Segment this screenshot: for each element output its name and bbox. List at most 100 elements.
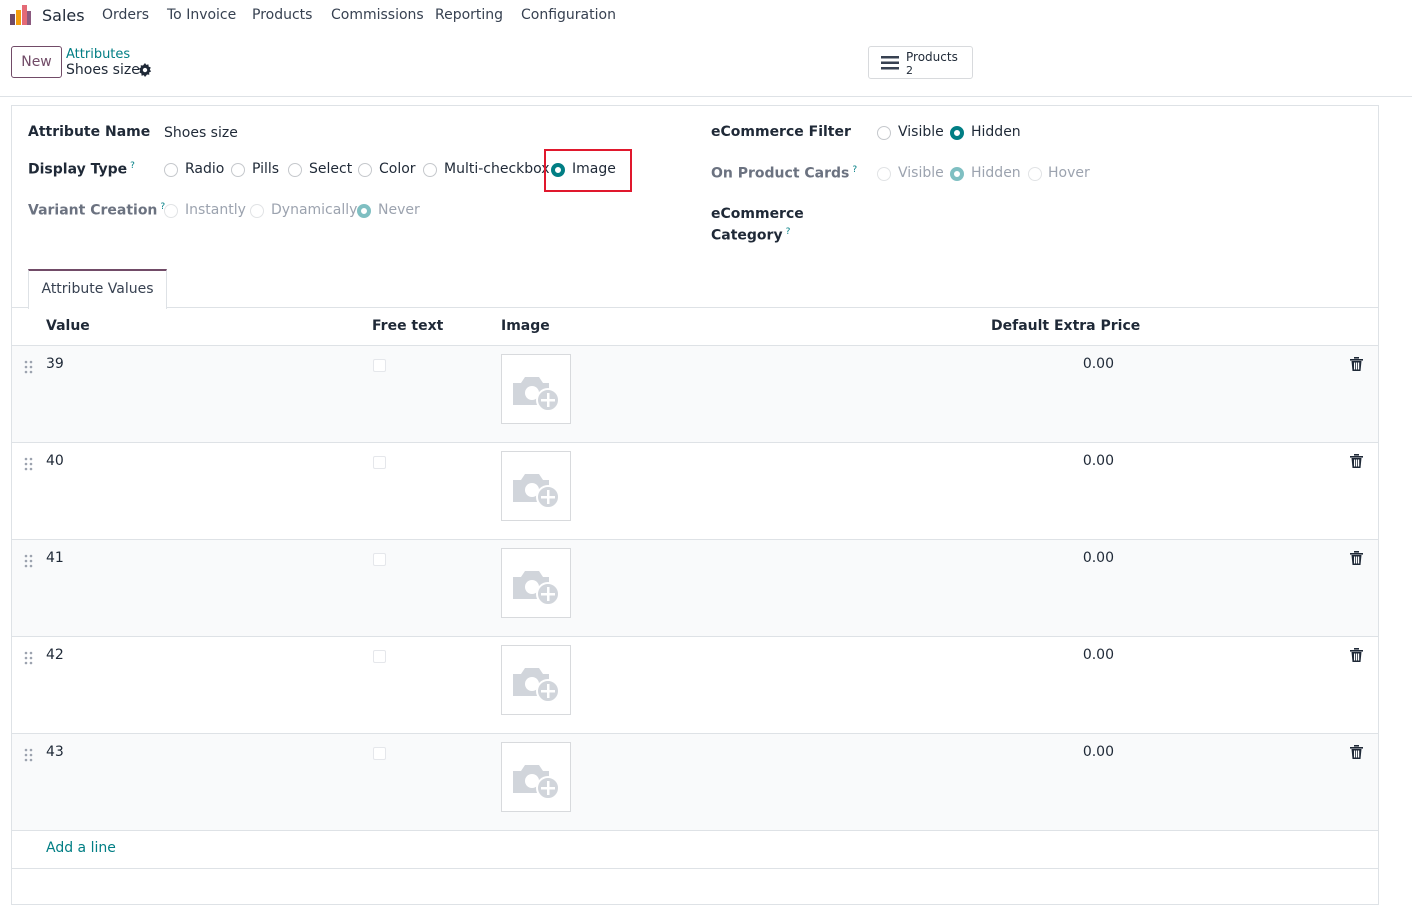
ecommerce-filter-visible-label[interactable]: Visible <box>898 124 944 140</box>
row-extra-price[interactable]: 0.00 <box>1012 453 1114 469</box>
row-extra-price[interactable]: 0.00 <box>1012 550 1114 566</box>
table-footer-divider <box>12 868 1378 869</box>
product-cards-hover-radio <box>1028 167 1042 181</box>
drag-handle-icon[interactable] <box>24 651 34 665</box>
display-type-pills-radio[interactable] <box>231 163 245 177</box>
sales-app-icon[interactable] <box>10 5 32 25</box>
ecommerce-category-label: Category? <box>711 227 791 244</box>
product-cards-hidden-label: Hidden <box>971 165 1021 181</box>
variant-never-label: Never <box>378 202 420 218</box>
display-type-color-radio[interactable] <box>358 163 372 177</box>
app-name[interactable]: Sales <box>42 6 85 25</box>
drag-handle-icon[interactable] <box>24 457 34 471</box>
drag-handle-icon[interactable] <box>24 360 34 374</box>
image-upload[interactable] <box>501 548 571 618</box>
smart-button-count: 2 <box>906 64 913 77</box>
row-extra-price[interactable]: 0.00 <box>1012 356 1114 372</box>
camera-add-icon <box>513 474 560 509</box>
display-type-select-radio[interactable] <box>288 163 302 177</box>
display-type-multi-checkbox-radio[interactable] <box>423 163 437 177</box>
display-type-color-label[interactable]: Color <box>379 161 416 177</box>
ecommerce-category-label-line1: eCommerce <box>711 206 804 222</box>
image-upload[interactable] <box>501 354 571 424</box>
table-row[interactable]: 40 0.00 <box>12 443 1378 540</box>
drag-handle-icon[interactable] <box>24 748 34 762</box>
column-header-value[interactable]: Value <box>46 318 90 334</box>
free-text-checkbox[interactable] <box>373 650 386 663</box>
product-cards-visible-radio <box>877 167 891 181</box>
variant-instantly-radio <box>164 204 178 218</box>
product-cards-hover-label: Hover <box>1048 165 1090 181</box>
ecommerce-filter-label: eCommerce Filter <box>711 124 851 140</box>
ecommerce-filter-hidden-label[interactable]: Hidden <box>971 124 1021 140</box>
trash-icon[interactable] <box>1350 745 1363 759</box>
control-panel: New Attributes Shoes size Products 2 <box>0 31 1412 97</box>
attribute-name-field[interactable]: Shoes size <box>164 125 238 141</box>
smart-button-label: Products <box>906 50 958 64</box>
products-smart-button[interactable]: Products 2 <box>868 46 973 79</box>
help-icon[interactable]: ? <box>786 227 791 237</box>
row-value[interactable]: 41 <box>46 550 64 566</box>
display-type-pills-label[interactable]: Pills <box>252 161 279 177</box>
menu-commissions[interactable]: Commissions <box>331 7 424 23</box>
trash-icon[interactable] <box>1350 357 1363 371</box>
row-value[interactable]: 39 <box>46 356 64 372</box>
table-row[interactable]: 43 0.00 <box>12 734 1378 831</box>
drag-handle-icon[interactable] <box>24 554 34 568</box>
camera-add-icon <box>513 571 560 606</box>
menu-configuration[interactable]: Configuration <box>521 7 616 23</box>
table-row[interactable]: 42 0.00 <box>12 637 1378 734</box>
ecommerce-filter-visible-radio[interactable] <box>877 126 891 140</box>
camera-add-icon <box>513 377 560 412</box>
image-upload[interactable] <box>501 645 571 715</box>
table-row[interactable]: 39 0.00 <box>12 346 1378 443</box>
tab-divider <box>12 307 1378 308</box>
ecommerce-filter-hidden-radio[interactable] <box>950 126 964 140</box>
highlight-box <box>544 149 632 192</box>
column-header-image[interactable]: Image <box>501 318 550 334</box>
gear-icon[interactable] <box>138 63 152 77</box>
menu-products[interactable]: Products <box>252 7 312 23</box>
display-type-label: Display Type? <box>28 161 135 178</box>
camera-add-icon <box>513 765 560 800</box>
free-text-checkbox[interactable] <box>373 456 386 469</box>
menu-to-invoice[interactable]: To Invoice <box>167 7 236 23</box>
display-type-radio-label[interactable]: Radio <box>185 161 224 177</box>
display-type-select-label[interactable]: Select <box>309 161 352 177</box>
breadcrumb-parent[interactable]: Attributes <box>66 47 130 62</box>
new-button[interactable]: New <box>11 46 62 78</box>
display-type-radio-radio[interactable] <box>164 163 178 177</box>
help-icon[interactable]: ? <box>852 165 857 175</box>
tab-attribute-values[interactable]: Attribute Values <box>28 269 167 309</box>
form-sheet: Attribute Name Shoes size Display Type? … <box>11 105 1379 905</box>
trash-icon[interactable] <box>1350 648 1363 662</box>
variant-creation-label: Variant Creation? <box>28 202 166 219</box>
free-text-checkbox[interactable] <box>373 359 386 372</box>
display-type-multi-checkbox-label[interactable]: Multi-checkbox <box>444 161 550 177</box>
variant-dynamically-radio <box>250 204 264 218</box>
top-navbar: Sales Orders To Invoice Products Commiss… <box>0 0 1412 31</box>
column-header-free-text[interactable]: Free text <box>372 318 443 334</box>
column-header-default-extra-price[interactable]: Default Extra Price <box>991 318 1140 334</box>
image-upload[interactable] <box>501 742 571 812</box>
add-line-link[interactable]: Add a line <box>46 840 116 856</box>
variant-dynamically-label: Dynamically <box>271 202 358 218</box>
product-cards-hidden-radio <box>950 167 964 181</box>
menu-reporting[interactable]: Reporting <box>435 7 503 23</box>
menu-orders[interactable]: Orders <box>102 7 149 23</box>
table-row[interactable]: 41 0.00 <box>12 540 1378 637</box>
trash-icon[interactable] <box>1350 551 1363 565</box>
row-value[interactable]: 43 <box>46 744 64 760</box>
attribute-name-label: Attribute Name <box>28 124 151 140</box>
help-icon[interactable]: ? <box>130 161 135 171</box>
row-value[interactable]: 42 <box>46 647 64 663</box>
free-text-checkbox[interactable] <box>373 553 386 566</box>
free-text-checkbox[interactable] <box>373 747 386 760</box>
row-value[interactable]: 40 <box>46 453 64 469</box>
row-extra-price[interactable]: 0.00 <box>1012 647 1114 663</box>
trash-icon[interactable] <box>1350 454 1363 468</box>
camera-add-icon <box>513 668 560 703</box>
list-icon <box>881 56 899 70</box>
row-extra-price[interactable]: 0.00 <box>1012 744 1114 760</box>
image-upload[interactable] <box>501 451 571 521</box>
